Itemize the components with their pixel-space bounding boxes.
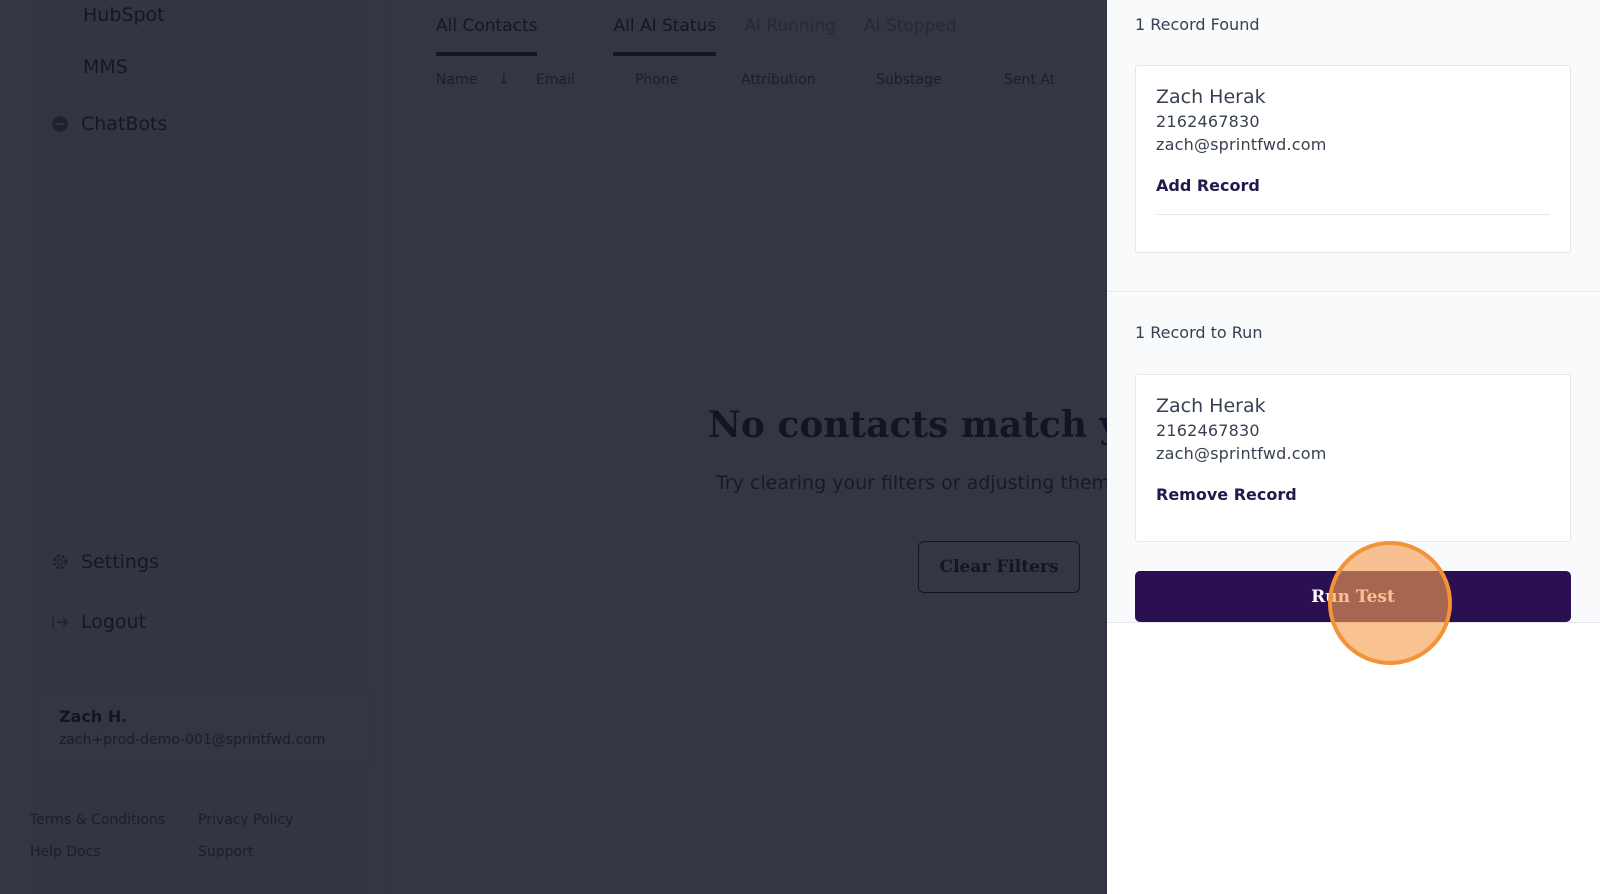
record-phone: 2162467830 bbox=[1156, 112, 1260, 131]
support-link[interactable]: Support bbox=[198, 844, 328, 860]
sidebar: HubSpot MMS ChatBots Settings Logout Zac… bbox=[0, 0, 392, 894]
sidebar-item-hubspot[interactable]: HubSpot bbox=[83, 4, 165, 26]
tab-ai-stopped[interactable]: AI Stopped bbox=[864, 0, 957, 56]
record-email: zach@sprintfwd.com bbox=[1156, 444, 1327, 463]
column-header-substage[interactable]: Substage bbox=[876, 72, 1004, 88]
add-record-button[interactable]: Add Record bbox=[1156, 176, 1260, 195]
record-card: Zach Herak 2162467830 zach@sprintfwd.com… bbox=[1135, 374, 1571, 542]
sidebar-item-settings[interactable]: Settings bbox=[51, 551, 159, 573]
sidebar-item-logout[interactable]: Logout bbox=[51, 611, 146, 633]
terms-link[interactable]: Terms & Conditions bbox=[30, 812, 198, 828]
column-header-email[interactable]: Email bbox=[536, 72, 635, 88]
sidebar-item-mms[interactable]: MMS bbox=[83, 56, 128, 78]
record-email: zach@sprintfwd.com bbox=[1156, 135, 1327, 154]
sort-arrow-down-icon[interactable]: ↓ bbox=[498, 72, 536, 88]
records-to-run-title: 1 Record to Run bbox=[1135, 323, 1263, 342]
table-header: Name ↓ Email Phone Attribution Substage … bbox=[436, 72, 1055, 88]
profile-email: zach+prod-demo-001@sprintfwd.com bbox=[59, 732, 326, 748]
sidebar-item-chatbots[interactable]: ChatBots bbox=[51, 113, 167, 135]
logout-icon bbox=[51, 613, 69, 631]
empty-state-title: No contacts match yo bbox=[708, 404, 1145, 446]
footer-links: Terms & Conditions Privacy Policy Help D… bbox=[30, 812, 330, 860]
sidebar-item-label: Logout bbox=[81, 611, 147, 633]
sidebar-item-label: Settings bbox=[81, 551, 159, 573]
run-test-button[interactable]: Run Test bbox=[1135, 571, 1571, 622]
contact-tabs: All Contacts All AI Status AI Running AI… bbox=[436, 0, 957, 56]
profile-name: Zach H. bbox=[59, 707, 128, 726]
record-card: Zach Herak 2162467830 zach@sprintfwd.com… bbox=[1135, 65, 1571, 253]
chatbot-icon bbox=[51, 115, 69, 133]
column-header-phone[interactable]: Phone bbox=[635, 72, 741, 88]
divider bbox=[1156, 214, 1550, 215]
remove-record-button[interactable]: Remove Record bbox=[1156, 485, 1297, 504]
gear-icon bbox=[51, 553, 69, 571]
sidebar-item-label: MMS bbox=[83, 56, 128, 78]
privacy-link[interactable]: Privacy Policy bbox=[198, 812, 328, 828]
clear-filters-button[interactable]: Clear Filters bbox=[918, 541, 1080, 593]
record-name: Zach Herak bbox=[1156, 86, 1266, 108]
column-header-sent-at[interactable]: Sent At bbox=[1004, 72, 1055, 88]
tab-all-contacts[interactable]: All Contacts bbox=[436, 0, 538, 56]
records-found-title: 1 Record Found bbox=[1135, 15, 1260, 34]
record-phone: 2162467830 bbox=[1156, 421, 1260, 440]
tab-all-ai-status[interactable]: All AI Status bbox=[613, 0, 717, 56]
column-header-attribution[interactable]: Attribution bbox=[741, 72, 876, 88]
tab-ai-running[interactable]: AI Running bbox=[744, 0, 836, 56]
sidebar-item-label: HubSpot bbox=[83, 4, 165, 26]
records-found-section: 1 Record Found Zach Herak 2162467830 zac… bbox=[1107, 0, 1600, 292]
user-profile-card[interactable]: Zach H. zach+prod-demo-001@sprintfwd.com bbox=[32, 688, 370, 768]
empty-state-subtitle: Try clearing your filters or adjusting t… bbox=[716, 472, 1136, 494]
column-header-name[interactable]: Name bbox=[436, 72, 498, 88]
test-records-panel: 1 Record Found Zach Herak 2162467830 zac… bbox=[1107, 0, 1600, 894]
sidebar-item-label: ChatBots bbox=[81, 113, 168, 135]
help-docs-link[interactable]: Help Docs bbox=[30, 844, 198, 860]
record-name: Zach Herak bbox=[1156, 395, 1266, 417]
